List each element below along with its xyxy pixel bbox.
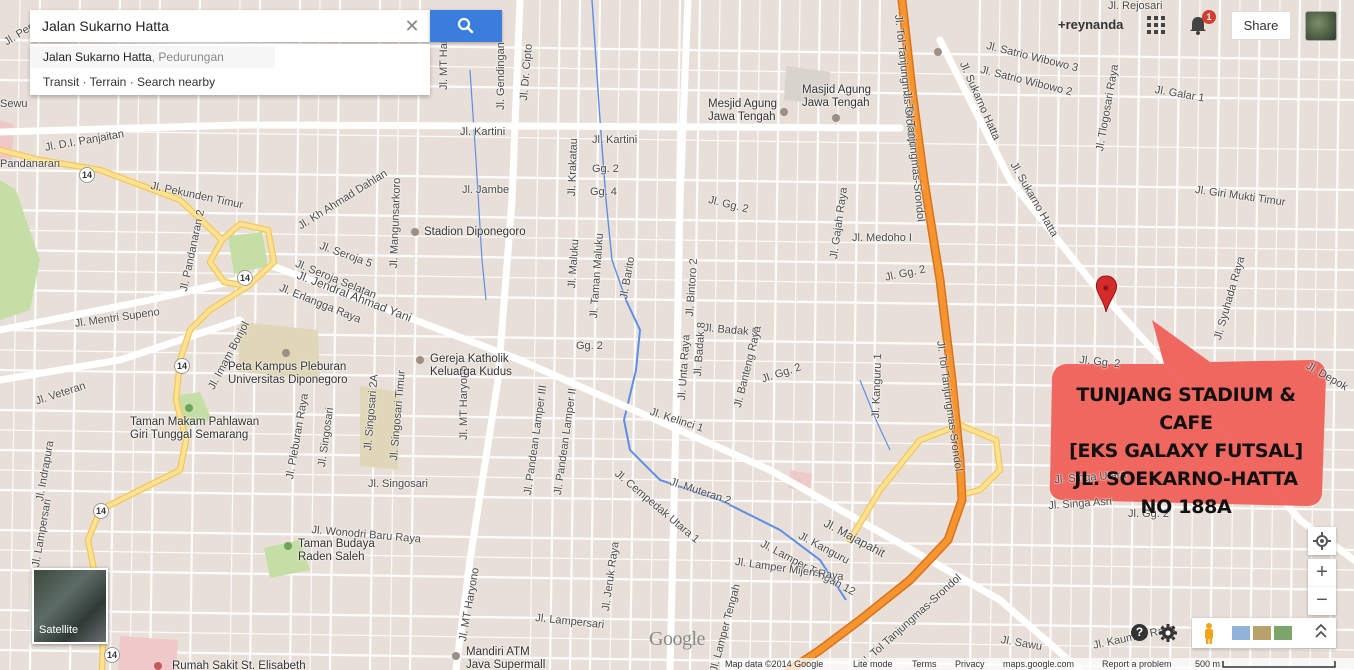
help-icon[interactable]: ?: [1131, 624, 1148, 641]
notification-count-badge: 1: [1202, 10, 1216, 24]
search-options-links[interactable]: Transit · Terrain · Search nearby: [43, 75, 215, 89]
satellite-label: Satellite: [39, 624, 79, 636]
callout-annotation: TUNJANG STADIUM & CAFE [EKS GALAXY FUTSA…: [1048, 381, 1324, 521]
street-label: Jl. Kartini: [460, 126, 506, 138]
route-shield: 14: [237, 270, 253, 286]
street-label: Jl. Kartini: [592, 134, 638, 146]
share-button[interactable]: Share: [1231, 11, 1291, 40]
report-problem-link[interactable]: Report a problem: [1102, 659, 1172, 669]
street-label: Gg. 2: [592, 163, 619, 175]
search-button[interactable]: [430, 10, 502, 42]
map-canvas[interactable]: [0, 0, 1354, 670]
google-logo: Google: [649, 628, 705, 650]
place-label[interactable]: Masjid Agung Jawa Tengah: [802, 84, 871, 110]
callout-line: NO 188A: [1140, 496, 1232, 518]
map-footer: Map data ©2014 Google Lite mode Terms Pr…: [720, 658, 1354, 670]
zoom-out-button[interactable]: −: [1308, 587, 1336, 615]
suggestion-main: Jalan Sukarno Hatta: [43, 50, 152, 64]
site-link[interactable]: maps.google.com: [1003, 659, 1074, 669]
street-label: Jl. Krakatau: [566, 137, 581, 197]
callout-line: [EKS GALAXY FUTSAL]: [1069, 440, 1303, 462]
place-label[interactable]: Peta Kampus Pleburan Universitas Diponeg…: [228, 361, 348, 387]
gear-icon[interactable]: [1158, 623, 1178, 643]
suggestion-item[interactable]: Jalan Sukarno Hatta, Pedurungan: [30, 46, 275, 68]
clear-search-button[interactable]: ✕: [402, 16, 422, 36]
search-icon: [457, 17, 474, 34]
route-shield: 14: [174, 358, 190, 374]
place-label[interactable]: Taman Budaya Raden Saleh: [298, 538, 375, 564]
layer-thumbnail-icon[interactable]: [1253, 626, 1271, 640]
map-data-attribution: Map data ©2014 Google: [725, 659, 824, 669]
street-label: Jl. Gendingan: [495, 42, 507, 110]
place-label[interactable]: Mesjid Agung Jawa Tengah: [708, 98, 777, 124]
terms-link[interactable]: Terms: [912, 659, 937, 669]
layers-panel[interactable]: [1192, 618, 1336, 648]
place-label[interactable]: Mandiri ATM Java Supermall: [466, 646, 545, 670]
expand-icon[interactable]: [1315, 623, 1327, 638]
search-input[interactable]: [30, 10, 400, 42]
lite-mode-link[interactable]: Lite mode: [853, 659, 893, 669]
place-label[interactable]: Taman Makam Pahlawan Giri Tunggal Semara…: [130, 416, 259, 442]
suggestion-sub: , Pedurungan: [151, 50, 224, 64]
scale-bar-icon: [1222, 661, 1336, 668]
route-shield: 14: [104, 647, 120, 663]
street-label: Jl. Rejosari: [1108, 0, 1163, 12]
my-location-button[interactable]: [1308, 527, 1336, 555]
street-label: Gg. 2: [576, 340, 603, 352]
privacy-link[interactable]: Privacy: [955, 659, 985, 669]
street-label: Jl. Medoho I: [852, 232, 912, 244]
layer-thumbnail-icon[interactable]: [1232, 626, 1250, 640]
scale-label: 500 m: [1195, 659, 1221, 669]
user-link[interactable]: +reynanda: [1058, 17, 1123, 32]
place-label[interactable]: Stadion Diponegoro: [424, 226, 526, 239]
apps-grid-icon[interactable]: [1147, 16, 1165, 34]
area-label: Pandanaran: [0, 158, 60, 170]
street-label: Gg. 4: [590, 186, 617, 198]
route-shield: 14: [79, 167, 95, 183]
my-location-icon: [1313, 532, 1331, 550]
place-label[interactable]: Gereja Katholik Keluarga Kudus: [430, 353, 512, 379]
street-label: Jl. Singosari: [368, 478, 428, 490]
callout-line: JL. SOEKARNO-HATTA: [1074, 468, 1298, 490]
place-label[interactable]: Rumah Sakit St. Elisabeth: [172, 660, 306, 670]
search-box[interactable]: ✕: [30, 10, 430, 42]
street-label: Jl. Jambe: [462, 184, 510, 196]
avatar[interactable]: [1305, 11, 1337, 41]
street-label: Jl. Kanguru 1: [870, 353, 885, 419]
route-shield: 14: [93, 503, 109, 519]
area-label: Sewu: [0, 98, 28, 110]
search-suggestions: Jalan Sukarno Hatta, Pedurungan Transit …: [30, 44, 430, 95]
zoom-in-button[interactable]: +: [1308, 559, 1336, 587]
layer-thumbnail-icon[interactable]: [1274, 626, 1292, 640]
callout-line: TUNJANG STADIUM & CAFE: [1076, 384, 1296, 434]
satellite-toggle[interactable]: Satellite: [32, 568, 108, 644]
pegman-icon[interactable]: [1205, 623, 1213, 644]
